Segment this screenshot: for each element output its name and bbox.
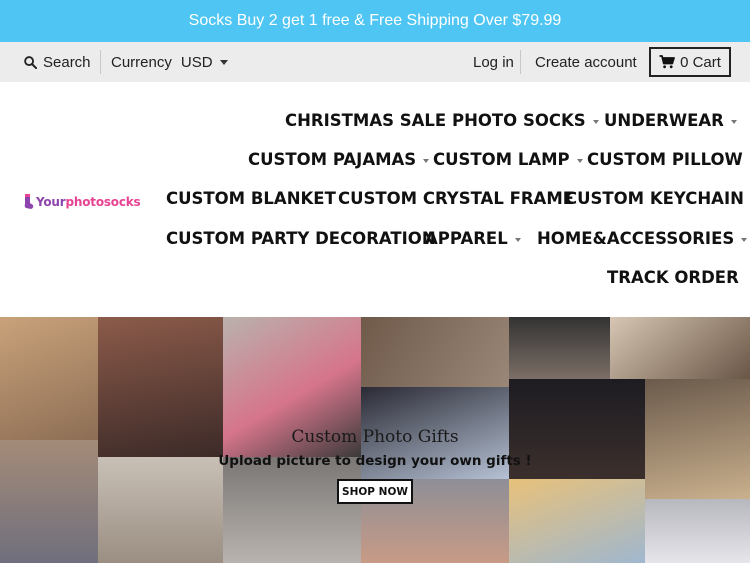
chevron-down-icon [219, 59, 228, 65]
nav-item-christmas-sale[interactable]: CHRISTMAS SALE [285, 111, 446, 130]
announcement-bar: Socks Buy 2 get 1 free & Free Shipping O… [0, 0, 750, 42]
nav-item-label: HOME&ACCESSORIES [537, 229, 735, 248]
nav-item-custom-keychain[interactable]: CUSTOM KEYCHAIN [565, 189, 744, 208]
nav-item-track-order[interactable]: TRACK ORDER [607, 268, 739, 287]
logo-text-part1: Your [36, 195, 66, 209]
shop-now-button[interactable]: SHOP NOW [337, 479, 413, 504]
nav-item-label: UNDERWEAR [604, 111, 724, 130]
nav-item-label: CUSTOM LAMP [433, 150, 570, 169]
site-logo[interactable]: Yourphotosocks [22, 194, 141, 210]
chevron-down-icon [741, 237, 748, 242]
currency-value: USD [180, 53, 213, 71]
utility-bar: Search Currency USD Log in Create accoun… [0, 42, 750, 82]
search-icon [24, 55, 37, 69]
nav-item-label: CHRISTMAS SALE [285, 111, 447, 130]
logo-text-part2: photosocks [65, 195, 141, 209]
cart-label: 0 Cart [680, 53, 721, 71]
divider [520, 50, 521, 74]
photo-collage-tile [509, 479, 645, 563]
search-link[interactable]: Search [24, 42, 91, 82]
chevron-down-icon [576, 158, 583, 163]
cart-button[interactable]: 0 Cart [649, 47, 731, 77]
nav-item-photo-socks[interactable]: PHOTO SOCKS [452, 111, 599, 130]
sock-logo-icon [24, 194, 34, 209]
photo-collage-tile [361, 317, 509, 387]
nav-item-label: APPAREL [425, 229, 508, 248]
nav-item-custom-party-decoration[interactable]: CUSTOM PARTY DECORATION [166, 229, 436, 248]
nav-item-label: CUSTOM PILLOW [587, 150, 743, 169]
hero-subtitle: Upload picture to design your own gifts … [218, 453, 532, 469]
nav-item-label: CUSTOM PARTY DECORATION [166, 229, 436, 248]
chevron-down-icon [730, 119, 737, 124]
photo-collage-tile [0, 317, 98, 440]
nav-item-custom-pillow[interactable]: CUSTOM PILLOW [587, 150, 743, 169]
nav-item-label: CUSTOM KEYCHAIN [565, 189, 744, 208]
divider [100, 50, 101, 74]
chevron-down-icon [514, 237, 521, 242]
nav-item-custom-pajamas[interactable]: CUSTOM PAJAMAS [248, 150, 430, 169]
chevron-down-icon [423, 158, 430, 163]
nav-item-label: PHOTO SOCKS [452, 111, 586, 130]
currency-select[interactable]: USD [181, 54, 228, 71]
announcement-text: Socks Buy 2 get 1 free & Free Shipping O… [188, 12, 562, 29]
photo-collage-tile [509, 317, 610, 379]
photo-collage-tile [610, 317, 750, 379]
login-link[interactable]: Log in [473, 42, 514, 82]
nav-item-custom-lamp[interactable]: CUSTOM LAMP [433, 150, 583, 169]
search-label: Search [43, 53, 91, 71]
logo-text: Yourphotosocks [36, 195, 141, 209]
create-account-link[interactable]: Create account [535, 42, 637, 82]
nav-item-label: CUSTOM PAJAMAS [248, 150, 417, 169]
hero-title: Custom Photo Gifts [291, 427, 459, 447]
nav-item-custom-crystal-frame[interactable]: CUSTOM CRYSTAL FRAME [338, 189, 574, 208]
nav-item-custom-blanket[interactable]: CUSTOM BLANKET [166, 189, 336, 208]
chevron-down-icon [592, 119, 599, 124]
nav-item-home-accessories[interactable]: HOME&ACCESSORIES [537, 229, 748, 248]
photo-collage-tile [223, 457, 361, 563]
currency-label: Currency [111, 53, 172, 71]
cart-icon [659, 55, 675, 69]
photo-collage-tile [98, 457, 223, 563]
nav-item-apparel[interactable]: APPAREL [425, 229, 521, 248]
create-account-label: Create account [535, 53, 637, 71]
nav-item-label: TRACK ORDER [607, 268, 739, 287]
login-label: Log in [473, 53, 514, 71]
currency-picker: Currency USD [111, 42, 228, 82]
nav-item-label: CUSTOM BLANKET [166, 189, 336, 208]
nav-item-label: CUSTOM CRYSTAL FRAME [338, 189, 575, 208]
nav-item-underwear[interactable]: UNDERWEAR [604, 111, 737, 130]
photo-collage-tile [645, 499, 750, 563]
